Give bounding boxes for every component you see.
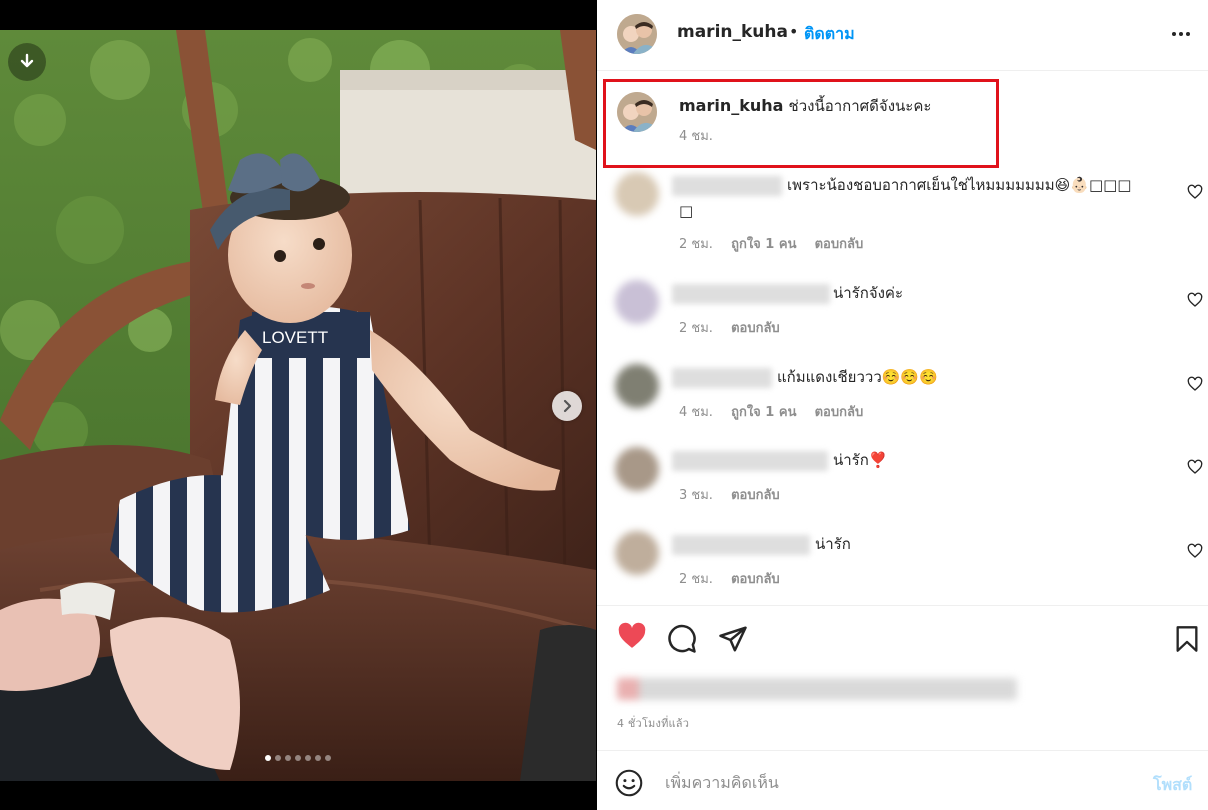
instagram-post-view: LOVETT marin_kuha • ติดตาม marin_kuha ช่… [0, 0, 1208, 810]
carousel-dot [305, 755, 311, 761]
commenter-avatar[interactable] [615, 447, 659, 491]
comment-text: น่ารัก [815, 535, 851, 553]
commenter-avatar[interactable] [615, 364, 659, 408]
more-options-button[interactable] [1169, 24, 1201, 44]
more-horizontal-icon [1172, 32, 1190, 36]
liked-by-summary[interactable] [617, 678, 1017, 700]
share-paper-plane-icon[interactable] [718, 624, 748, 654]
add-comment-input[interactable] [665, 769, 1135, 795]
comment-meta: 3 ชม. ตอบกลับ [679, 484, 794, 505]
comment-text-continued: □ [679, 202, 694, 220]
caption-time: 4 ชม. [679, 129, 713, 144]
commenter-avatar[interactable] [615, 172, 659, 216]
header-separator: • [789, 22, 799, 41]
comment-like-heart-icon[interactable] [1187, 543, 1203, 559]
carousel-dot [315, 755, 321, 761]
comment-reply-button[interactable]: ตอบกลับ [731, 321, 780, 336]
post-image-illustration: LOVETT [0, 30, 596, 781]
heart-filled-icon[interactable] [616, 621, 648, 651]
comment-meta: 4 ชม. ถูกใจ 1 คน ตอบกลับ [679, 401, 877, 422]
comment-item: น่ารักจังค่ะ 2 ชม. ตอบกลับ [597, 278, 1208, 348]
caption-author-avatar[interactable] [617, 92, 657, 132]
post-photo-area: LOVETT [0, 0, 596, 810]
comment-text: แก้มแดงเชียววว☺️☺️☺️ [777, 368, 938, 386]
post-time-ago: 4 ชั่วโมงที่แล้ว [617, 717, 690, 730]
author-avatar-image [617, 14, 657, 54]
follow-button[interactable]: ติดตาม [804, 22, 855, 47]
comment-time: 2 ชม. [679, 321, 713, 336]
comment-item: เพราะน้องชอบอากาศเย็นใช่ไหมมมมมมม😆👶🏻□□□ … [597, 170, 1208, 260]
comment-text: เพราะน้องชอบอากาศเย็นใช่ไหมมมมมมม😆👶🏻□□□ [787, 176, 1132, 194]
emoji-smile-icon[interactable] [615, 769, 643, 797]
carousel-dot [325, 755, 331, 761]
comment-icon[interactable] [667, 624, 697, 654]
download-button[interactable] [8, 43, 46, 81]
add-comment-bar: โพสต์ [597, 750, 1208, 810]
comment-like-heart-icon[interactable] [1187, 292, 1203, 308]
carousel-indicator [0, 755, 596, 761]
arrow-down-icon [20, 53, 34, 68]
post-header: marin_kuha • ติดตาม [597, 0, 1208, 71]
bookmark-icon[interactable] [1173, 624, 1201, 654]
commenter-username[interactable] [672, 535, 810, 555]
comment-reply-button[interactable]: ตอบกลับ [815, 237, 864, 252]
comment-like-count[interactable]: ถูกใจ 1 คน [731, 237, 796, 252]
commenter-username[interactable] [672, 451, 828, 471]
comment-text: น่ารักจังค่ะ [833, 284, 904, 302]
carousel-dot [295, 755, 301, 761]
commenter-username[interactable] [672, 176, 782, 196]
caption-text: ช่วงนี้อากาศดีจังนะคะ [788, 97, 932, 115]
comment-time: 2 ชม. [679, 237, 713, 252]
author-username[interactable]: marin_kuha [677, 22, 788, 42]
comment-item: น่ารัก❣️ 3 ชม. ตอบกลับ [597, 445, 1208, 515]
comment-like-count[interactable]: ถูกใจ 1 คน [731, 405, 796, 420]
comment-meta: 2 ชม. ตอบกลับ [679, 568, 794, 589]
comment-like-heart-icon[interactable] [1187, 459, 1203, 475]
commenter-avatar[interactable] [615, 280, 659, 324]
comment-like-heart-icon[interactable] [1187, 184, 1203, 200]
comment-item: น่ารัก 2 ชม. ตอบกลับ [597, 529, 1208, 599]
carousel-dot [275, 755, 281, 761]
comment-text: น่ารัก❣️ [833, 451, 888, 469]
commenter-avatar[interactable] [615, 531, 659, 575]
caption-avatar-image [617, 92, 657, 132]
commenter-username[interactable] [672, 284, 830, 304]
carousel-dot [265, 755, 271, 761]
comment-meta: 2 ชม. ถูกใจ 1 คน ตอบกลับ [679, 233, 877, 254]
comment-like-heart-icon[interactable] [1187, 376, 1203, 392]
chevron-right-icon [563, 399, 572, 413]
commenter-username[interactable] [672, 368, 772, 388]
post-comment-button[interactable]: โพสต์ [1153, 773, 1192, 798]
comment-time: 3 ชม. [679, 488, 713, 503]
post-image[interactable]: LOVETT [0, 30, 596, 781]
comment-time: 4 ชม. [679, 405, 713, 420]
author-avatar[interactable] [617, 14, 657, 54]
dress-print-text: LOVETT [262, 328, 328, 347]
comment-time: 2 ชม. [679, 572, 713, 587]
comment-reply-button[interactable]: ตอบกลับ [731, 488, 780, 503]
post-caption: marin_kuha ช่วงนี้อากาศดีจังนะคะ 4 ชม. [597, 80, 1208, 160]
caption-username[interactable]: marin_kuha [679, 96, 783, 115]
post-side-panel: marin_kuha • ติดตาม marin_kuha ช่วงนี้อา… [597, 0, 1208, 810]
comment-meta: 2 ชม. ตอบกลับ [679, 317, 794, 338]
carousel-next-button[interactable] [552, 391, 582, 421]
caption-line: marin_kuha ช่วงนี้อากาศดีจังนะคะ [679, 94, 931, 118]
comment-item: แก้มแดงเชียววว☺️☺️☺️ 4 ชม. ถูกใจ 1 คน ตอ… [597, 362, 1208, 432]
comment-reply-button[interactable]: ตอบกลับ [731, 572, 780, 587]
comment-reply-button[interactable]: ตอบกลับ [815, 405, 864, 420]
carousel-dot [285, 755, 291, 761]
